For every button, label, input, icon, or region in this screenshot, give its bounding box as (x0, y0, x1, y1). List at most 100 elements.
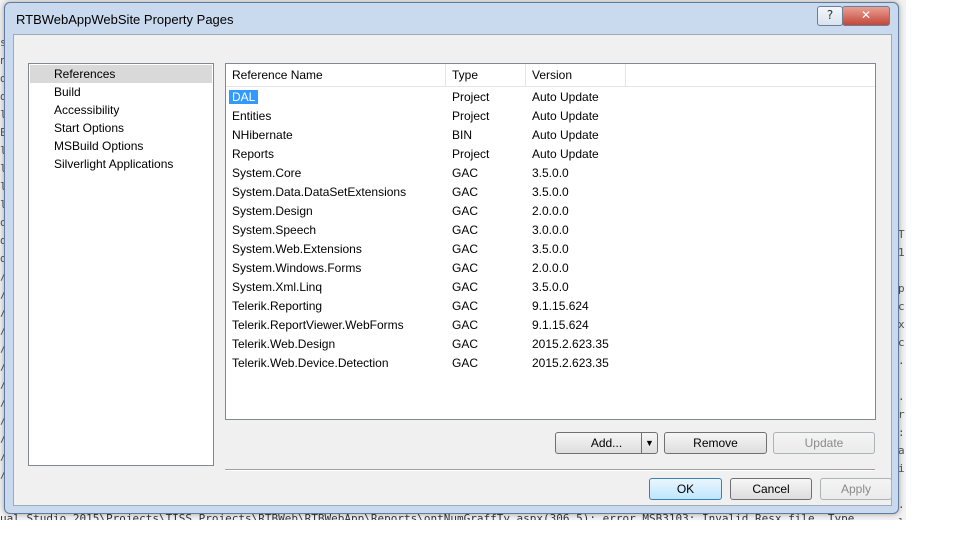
nav-item-silverlight-applications[interactable]: Silverlight Applications (30, 155, 212, 173)
background-code-fragment: c (898, 336, 905, 349)
reference-version-cell: 9.1.15.624 (532, 316, 589, 335)
update-button[interactable]: Update (773, 432, 875, 454)
reference-type-cell-text: GAC (452, 337, 479, 351)
dropdown-arrow-icon[interactable]: ▼ (641, 433, 657, 453)
reference-name-cell: System.Web.Extensions (232, 240, 362, 259)
reference-name-cell-text: NHibernate (232, 128, 293, 142)
reference-name-cell: System.Windows.Forms (232, 259, 361, 278)
reference-name-cell-text: Telerik.Reporting (232, 299, 323, 313)
add-button[interactable]: Add... ▼ (555, 432, 658, 454)
help-button[interactable]: ? (817, 6, 843, 26)
reference-type-cell: Project (452, 88, 489, 107)
background-code-fragment: 1 (898, 246, 905, 259)
background-code-fragment: a (898, 444, 905, 457)
table-row[interactable]: System.Xml.Linq GAC 3.5.0.0 (226, 278, 875, 297)
table-row[interactable]: Telerik.Web.Design GAC 2015.2.623.35 (226, 335, 875, 354)
reference-version-cell: 9.1.15.624 (532, 297, 589, 316)
cancel-button[interactable]: Cancel (730, 478, 812, 500)
reference-type-cell-text: GAC (452, 223, 479, 237)
table-row[interactable]: System.Speech GAC 3.0.0.0 (226, 221, 875, 240)
table-row[interactable]: System.Core GAC 3.5.0.0 (226, 164, 875, 183)
reference-type-cell-text: GAC (452, 166, 479, 180)
background-code-fragment: : (898, 426, 905, 439)
background-code-right: T1pcxc..r:ai.l (898, 100, 906, 520)
reference-type-cell: GAC (452, 164, 478, 183)
nav-item-msbuild-options[interactable]: MSBuild Options (30, 137, 212, 155)
nav-item-references[interactable]: References (30, 65, 212, 83)
reference-name-cell: Telerik.Web.Design (232, 335, 335, 354)
add-button-label: Add... (590, 436, 623, 450)
reference-name-cell-text: Telerik.ReportViewer.WebForms (232, 318, 404, 332)
reference-type-cell: GAC (452, 221, 478, 240)
list-header: Reference Name Type Version (226, 64, 875, 87)
table-row[interactable]: Reports Project Auto Update (226, 145, 875, 164)
nav-item-build[interactable]: Build (30, 83, 212, 101)
background-code-fragment (898, 100, 906, 118)
column-header-version[interactable]: Version (526, 64, 626, 86)
reference-name-cell-text: System.Design (232, 204, 313, 218)
reference-version-cell-text: 2015.2.623.35 (532, 337, 609, 351)
background-code-fragment (898, 154, 906, 172)
reference-version-cell: 3.5.0.0 (532, 164, 569, 183)
category-nav: References Build Accessibility Start Opt… (28, 63, 214, 466)
reference-name-cell: System.Core (232, 164, 301, 183)
background-code-fragment (898, 478, 906, 496)
reference-version-cell-text: Auto Update (532, 109, 599, 123)
reference-version-cell-text: 2.0.0.0 (532, 261, 569, 275)
table-row[interactable]: System.Design GAC 2.0.0.0 (226, 202, 875, 221)
table-row[interactable]: System.Data.DataSetExtensions GAC 3.5.0.0 (226, 183, 875, 202)
nav-item-accessibility[interactable]: Accessibility (30, 101, 212, 119)
table-row[interactable]: System.Web.Extensions GAC 3.5.0.0 (226, 240, 875, 259)
reference-type-cell: GAC (452, 278, 478, 297)
reference-version-cell: 3.5.0.0 (532, 278, 569, 297)
reference-type-cell-text: GAC (452, 299, 479, 313)
reference-type-cell-text: Project (452, 109, 490, 123)
apply-button[interactable]: Apply (820, 478, 892, 500)
table-row[interactable]: DAL Project Auto Update (226, 88, 875, 107)
reference-version-cell: 2.0.0.0 (532, 259, 569, 278)
background-code-fragment: c (898, 300, 905, 313)
reference-version-cell-text: 3.5.0.0 (532, 166, 569, 180)
background-code-fragment (898, 118, 906, 136)
title-bar[interactable]: RTBWebAppWebSite Property Pages ? ✕ (5, 3, 898, 33)
table-row[interactable]: Telerik.Reporting GAC 9.1.15.624 (226, 297, 875, 316)
reference-type-cell: GAC (452, 183, 478, 202)
ok-button[interactable]: OK (649, 478, 722, 500)
reference-type-cell-text: GAC (452, 318, 479, 332)
column-header-reference-name[interactable]: Reference Name (226, 64, 446, 86)
table-row[interactable]: System.Windows.Forms GAC 2.0.0.0 (226, 259, 875, 278)
reference-name-cell-text: System.Data.DataSetExtensions (232, 185, 407, 199)
close-button[interactable]: ✕ (842, 6, 890, 26)
reference-version-cell: 2015.2.623.35 (532, 335, 609, 354)
reference-type-cell: Project (452, 107, 489, 126)
background-code-fragment: T (898, 228, 905, 241)
nav-item-start-options[interactable]: Start Options (30, 119, 212, 137)
reference-version-cell: Auto Update (532, 88, 599, 107)
reference-type-cell: GAC (452, 297, 478, 316)
reference-version-cell: Auto Update (532, 145, 599, 164)
table-row[interactable]: Telerik.ReportViewer.WebForms GAC 9.1.15.6… (226, 316, 875, 335)
background-code-fragment (898, 208, 906, 226)
reference-type-cell-text: GAC (452, 242, 479, 256)
reference-version-cell: 3.5.0.0 (532, 183, 569, 202)
reference-type-cell-text: GAC (452, 204, 479, 218)
table-row[interactable]: Entities Project Auto Update (226, 107, 875, 126)
reference-name-cell: System.Data.DataSetExtensions (232, 183, 406, 202)
column-header-type[interactable]: Type (446, 64, 526, 86)
background-code-fragment: p (898, 282, 905, 295)
table-row[interactable]: NHibernate BIN Auto Update (226, 126, 875, 145)
reference-version-cell-text: Auto Update (532, 90, 599, 104)
reference-name-cell-text: DAL (229, 90, 259, 104)
reference-name-cell-text: System.Speech (232, 223, 317, 237)
reference-version-cell-text: 3.5.0.0 (532, 185, 569, 199)
reference-version-cell-text: Auto Update (532, 147, 599, 161)
reference-name-cell-text: System.Web.Extensions (232, 242, 362, 256)
reference-version-cell-text: 3.5.0.0 (532, 280, 569, 294)
references-list[interactable]: Reference Name Type Version DAL Project Au… (225, 63, 876, 420)
reference-type-cell: GAC (452, 240, 478, 259)
background-code-fragment: i (898, 462, 905, 475)
table-row[interactable]: Telerik.Web.Device.Detection GAC 2015.2.62… (226, 354, 875, 373)
remove-button[interactable]: Remove (664, 432, 767, 454)
reference-version-cell: 3.5.0.0 (532, 240, 569, 259)
reference-version-cell-text: 3.0.0.0 (532, 223, 569, 237)
